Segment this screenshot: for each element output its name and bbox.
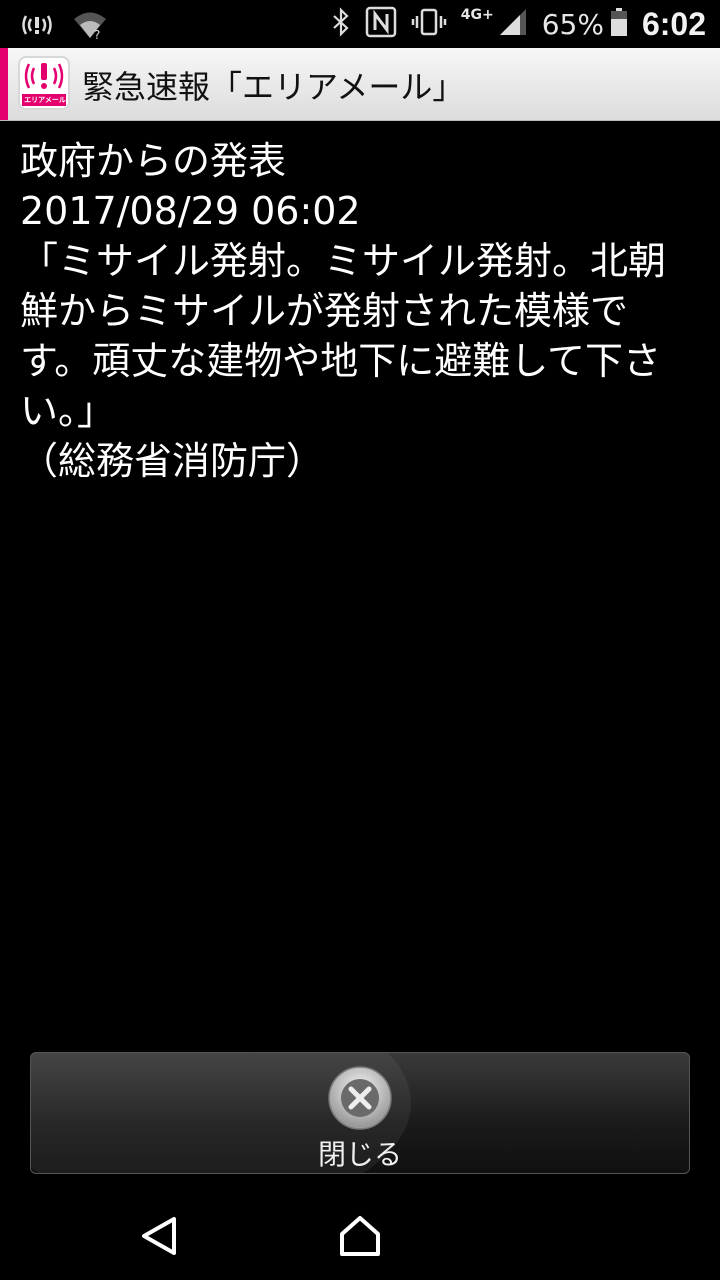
message-agency: （総務省消防庁） xyxy=(20,439,325,483)
app-icon-label: エリアメール xyxy=(24,96,66,104)
message-timestamp: 2017/08/29 06:02 xyxy=(20,189,361,233)
nfc-icon xyxy=(365,6,397,42)
home-icon[interactable] xyxy=(338,1214,382,1258)
header-accent-bar xyxy=(0,48,8,120)
battery-icon xyxy=(610,7,628,41)
signal-icon xyxy=(498,7,528,41)
close-button[interactable]: 閉じる xyxy=(30,1052,690,1174)
alert-message: 政府からの発表 2017/08/29 06:02 「ミサイル発射。ミサイル発射。… xyxy=(20,136,690,486)
close-button-label: 閉じる xyxy=(317,1138,402,1171)
app-header: エリアメール 緊急速報「エリアメール」 xyxy=(0,48,720,121)
app-title: 緊急速報「エリアメール」 xyxy=(82,68,465,106)
svg-text:?: ? xyxy=(94,28,100,40)
status-bar: ? 4G+ 65% 6:02 xyxy=(0,0,720,48)
clock: 6:02 xyxy=(641,5,706,42)
back-icon[interactable] xyxy=(138,1214,182,1258)
message-body: 「ミサイル発射。ミサイル発射。北朝鮮からミサイルが発射された模様です。頑丈な建物… xyxy=(20,239,667,433)
vibrate-icon xyxy=(411,7,447,41)
emergency-broadcast-icon xyxy=(20,11,54,43)
area-mail-app-icon: エリアメール xyxy=(18,56,70,110)
message-sender: 政府からの発表 xyxy=(20,139,287,183)
wifi-unknown-icon: ? xyxy=(72,10,108,44)
network-type: 4G+ xyxy=(460,7,494,23)
close-circle-icon xyxy=(327,1065,393,1131)
bluetooth-icon xyxy=(331,7,351,41)
navigation-bar xyxy=(0,1184,720,1280)
battery-percent: 65% xyxy=(541,7,604,41)
